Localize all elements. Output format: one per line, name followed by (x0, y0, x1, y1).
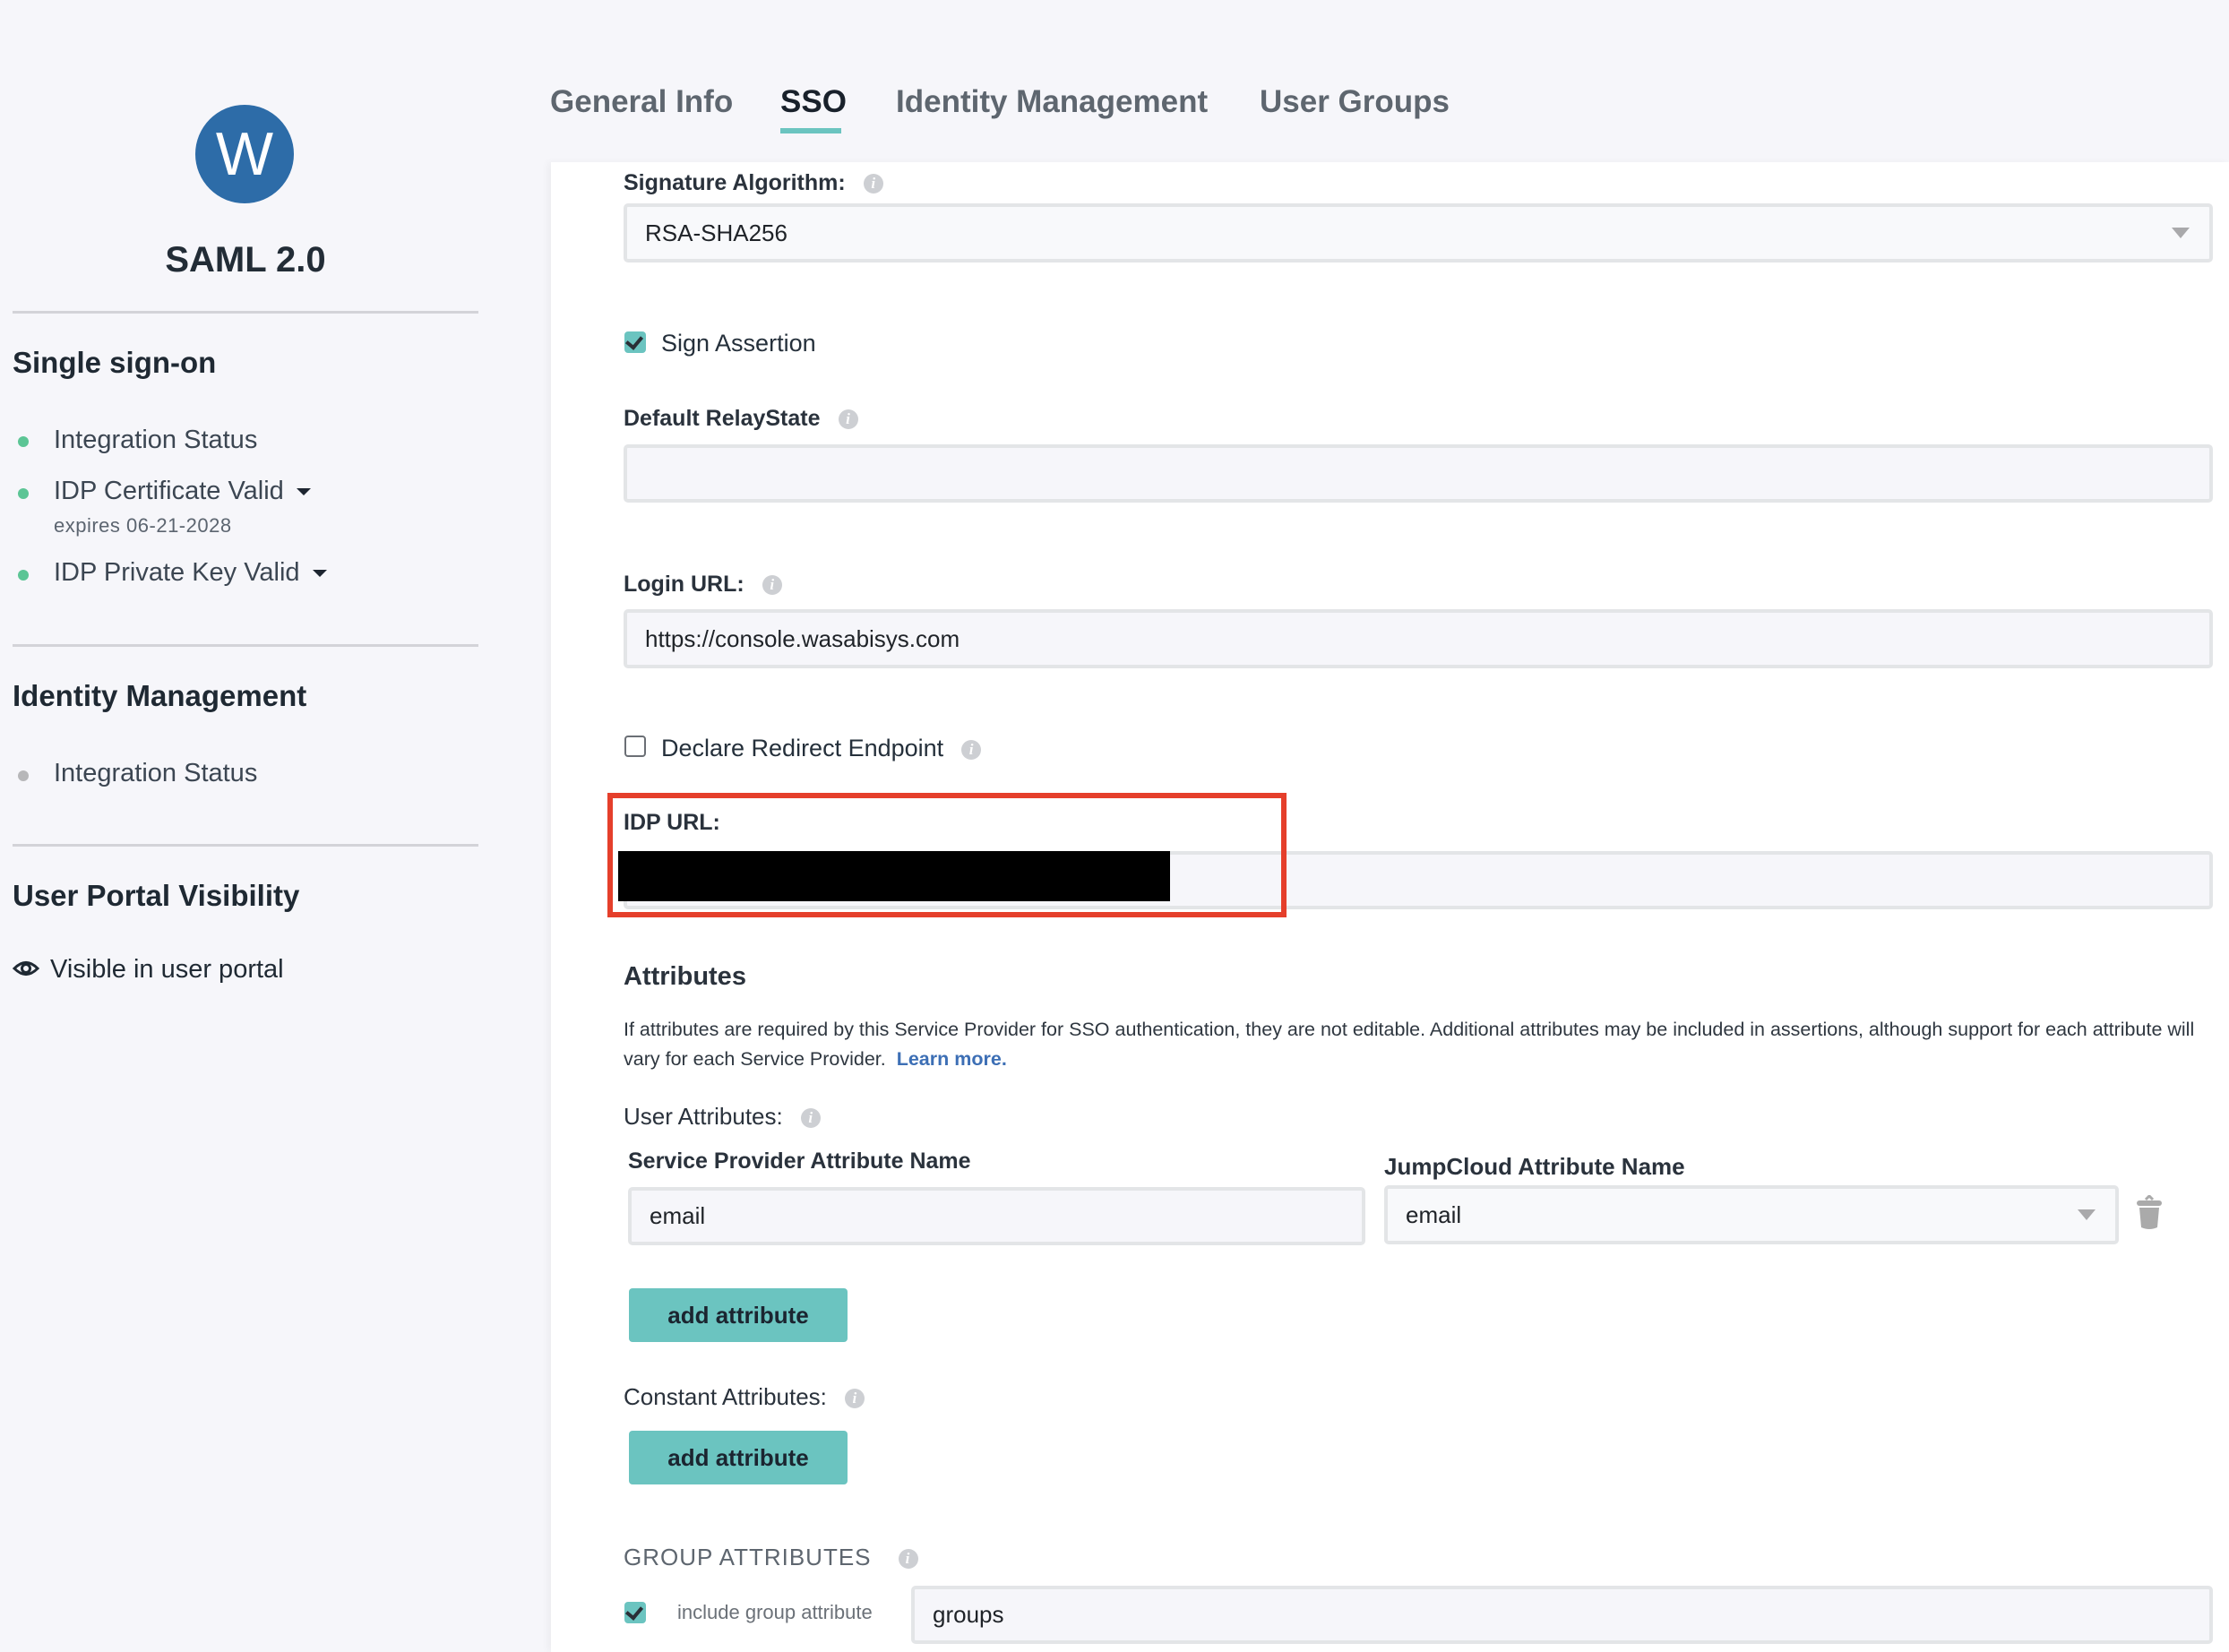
sign-assertion-label: Sign Assertion (661, 330, 816, 357)
add-user-attribute-button[interactable]: add attribute (629, 1288, 848, 1342)
login-url-value: https://console.wasabisys.com (645, 624, 960, 652)
login-url-label: Login URL: i (624, 572, 782, 598)
caret-down-icon[interactable] (312, 570, 327, 578)
idp-certificate-valid-toggle[interactable]: IDP Certificate Valid (54, 477, 311, 506)
app-avatar: W (195, 105, 294, 203)
idp-url-highlight-box (607, 793, 1287, 917)
single-sign-on-heading: Single sign-on (13, 346, 217, 379)
signature-algorithm-label: Signature Algorithm: i (624, 170, 883, 196)
group-attributes-heading-text: GROUP ATTRIBUTES (624, 1544, 872, 1570)
status-dot-green (18, 570, 29, 581)
signature-algorithm-label-text: Signature Algorithm: (624, 170, 846, 195)
idp-private-key-valid-label: IDP Private Key Valid (54, 558, 300, 587)
group-attributes-heading: GROUP ATTRIBUTES i (624, 1544, 918, 1571)
sign-assertion-checkbox[interactable] (624, 331, 646, 353)
status-dot-gray (18, 770, 29, 781)
checkmark-icon (624, 1602, 644, 1621)
login-url-input[interactable]: https://console.wasabisys.com (624, 609, 2213, 668)
identity-management-heading: Identity Management (13, 679, 307, 712)
include-group-attribute-label: include group attribute (677, 1601, 873, 1623)
info-icon[interactable]: i (762, 575, 782, 595)
sso-integration-status: Integration Status (54, 426, 258, 454)
caret-down-icon[interactable] (296, 488, 311, 496)
dropdown-arrow-icon (2172, 228, 2190, 238)
jumpcloud-attribute-select[interactable]: email (1384, 1185, 2119, 1244)
sidebar-divider (13, 844, 478, 847)
dropdown-arrow-icon (2078, 1209, 2096, 1220)
declare-redirect-endpoint-checkbox[interactable] (624, 736, 646, 757)
tab-general-info[interactable]: General Info (550, 84, 733, 120)
group-attribute-name-value: groups (933, 1601, 1004, 1628)
default-relaystate-input[interactable] (624, 444, 2213, 503)
user-attributes-label: User Attributes: i (624, 1103, 821, 1131)
declare-redirect-endpoint-text: Declare Redirect Endpoint (661, 735, 944, 761)
service-provider-attribute-input[interactable]: email (628, 1187, 1365, 1245)
app-name: SAML 2.0 (165, 240, 326, 280)
user-attributes-label-text: User Attributes: (624, 1103, 783, 1130)
group-attribute-name-input[interactable]: groups (911, 1586, 2213, 1644)
delete-attribute-icon[interactable] (2136, 1195, 2163, 1231)
user-portal-visibility-heading: User Portal Visibility (13, 879, 300, 912)
status-dot-green (18, 488, 29, 499)
status-dot-green (18, 436, 29, 447)
service-provider-attribute-header: Service Provider Attribute Name (628, 1149, 971, 1174)
tab-user-groups[interactable]: User Groups (1260, 84, 1450, 120)
tab-sso[interactable]: SSO (780, 84, 847, 120)
sidebar-divider (13, 644, 478, 647)
default-relaystate-label: Default RelayState i (624, 406, 858, 432)
signature-algorithm-select[interactable]: RSA-SHA256 (624, 203, 2213, 262)
constant-attributes-label-text: Constant Attributes: (624, 1383, 827, 1410)
certificate-expiry: expires 06-21-2028 (54, 514, 232, 537)
tab-identity-management[interactable]: Identity Management (896, 84, 1208, 120)
info-icon[interactable]: i (800, 1108, 821, 1128)
info-icon[interactable]: i (863, 174, 883, 194)
declare-redirect-endpoint-label: Declare Redirect Endpoint i (661, 735, 982, 762)
attributes-heading: Attributes (624, 962, 746, 991)
constant-attributes-label: Constant Attributes: i (624, 1383, 865, 1411)
jumpcloud-attribute-header: JumpCloud Attribute Name (1384, 1153, 1685, 1180)
visible-in-user-portal: Visible in user portal (50, 955, 284, 984)
default-relaystate-label-text: Default RelayState (624, 406, 821, 431)
jumpcloud-attribute-value: email (1406, 1200, 1462, 1228)
info-icon[interactable]: i (961, 740, 982, 760)
active-tab-indicator (780, 128, 841, 133)
include-group-attribute-checkbox[interactable] (624, 1602, 646, 1623)
info-icon[interactable]: i (844, 1389, 865, 1408)
info-icon[interactable]: i (898, 1549, 918, 1569)
im-integration-status: Integration Status (54, 759, 258, 787)
info-icon[interactable]: i (838, 409, 858, 429)
eye-icon (13, 961, 39, 976)
attributes-description-text: If attributes are required by this Servi… (624, 1019, 2195, 1070)
add-constant-attribute-button[interactable]: add attribute (629, 1431, 848, 1484)
learn-more-link[interactable]: Learn more. (897, 1048, 1007, 1070)
signature-algorithm-value: RSA-SHA256 (645, 219, 787, 246)
sidebar-divider (13, 311, 478, 314)
checkmark-icon (624, 331, 644, 350)
idp-private-key-valid-toggle[interactable]: IDP Private Key Valid (54, 558, 327, 588)
attributes-description: If attributes are required by this Servi… (624, 1015, 2218, 1074)
idp-certificate-valid-label: IDP Certificate Valid (54, 477, 284, 505)
service-provider-attribute-value: email (650, 1202, 706, 1229)
login-url-label-text: Login URL: (624, 572, 744, 597)
